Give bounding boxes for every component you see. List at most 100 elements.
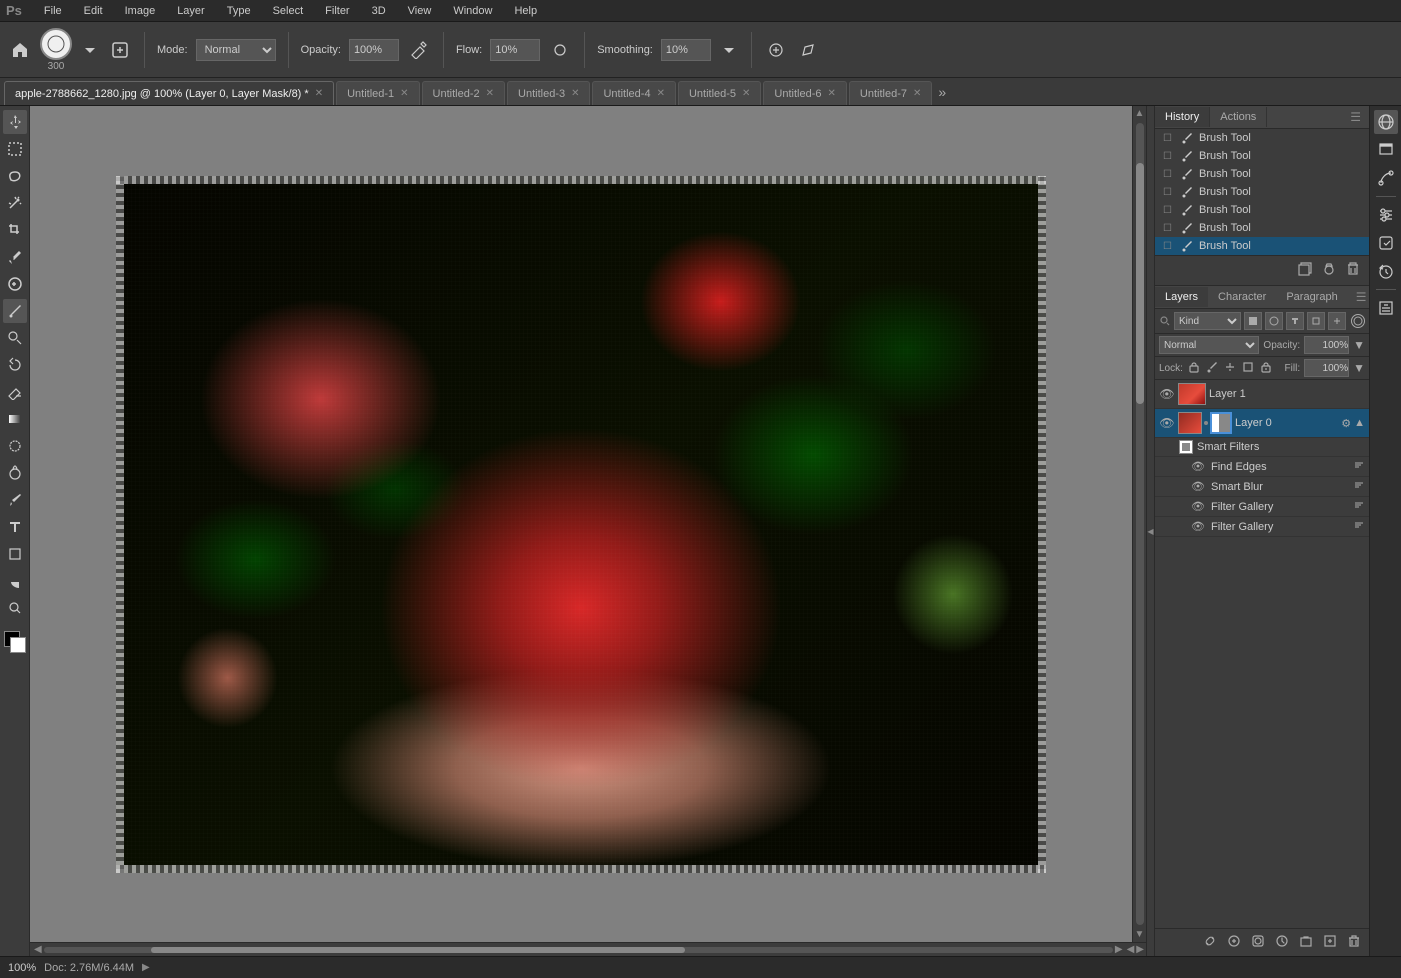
tool-clone[interactable] <box>3 326 27 350</box>
filter-smart-button[interactable] <box>1328 312 1346 330</box>
lock-position-button[interactable] <box>1223 360 1237 377</box>
history-panel-menu[interactable]: ☰ <box>1342 106 1369 128</box>
lock-all-button[interactable] <box>1259 360 1273 377</box>
tool-hand[interactable] <box>3 569 27 593</box>
character-tab[interactable]: Character <box>1208 287 1276 307</box>
tool-gradient[interactable] <box>3 407 27 431</box>
filter-gallery-2-options[interactable] <box>1353 519 1365 534</box>
filter-shape-button[interactable] <box>1307 312 1325 330</box>
history-delete-button[interactable] <box>1343 259 1363 282</box>
tab-2-close[interactable]: ✕ <box>486 88 494 99</box>
scroll-v-thumb[interactable] <box>1136 163 1144 404</box>
filter-item-smart-blur[interactable]: 👁 Smart Blur <box>1155 477 1369 497</box>
tab-untitled-2[interactable]: Untitled-2 ✕ <box>422 81 505 105</box>
home-button[interactable] <box>8 38 32 62</box>
actions-tab[interactable]: Actions <box>1210 107 1267 127</box>
menu-help[interactable]: Help <box>510 3 541 19</box>
filter-smart-blur-options[interactable] <box>1353 479 1365 494</box>
menu-3d[interactable]: 3D <box>368 3 390 19</box>
fill-expand-button[interactable]: ▼ <box>1353 361 1365 375</box>
filter-find-edges-visibility[interactable]: 👁 <box>1191 460 1205 474</box>
scroll-right-arrow[interactable]: ▶ <box>1113 944 1125 955</box>
tool-dodge[interactable] <box>3 461 27 485</box>
properties-icon[interactable] <box>1374 296 1398 320</box>
paragraph-tab[interactable]: Paragraph <box>1276 287 1347 307</box>
right-panel-collapse[interactable]: ◀ <box>1146 106 1154 956</box>
menu-layer[interactable]: Layer <box>173 3 209 19</box>
scroll-up-arrow[interactable]: ▲ <box>1133 106 1147 121</box>
filter-item-find-edges[interactable]: 👁 Find Edges <box>1155 457 1369 477</box>
airbrush-toggle[interactable] <box>548 38 572 62</box>
tab-untitled-3[interactable]: Untitled-3 ✕ <box>507 81 590 105</box>
filter-smart-blur-visibility[interactable]: 👁 <box>1191 480 1205 494</box>
layer-filter-select[interactable]: Kind <box>1174 312 1241 330</box>
tab-4-close[interactable]: ✕ <box>657 88 665 99</box>
tool-marquee[interactable] <box>3 137 27 161</box>
vertical-scrollbar[interactable]: ▲ ▼ <box>1132 106 1146 942</box>
lock-artboard-button[interactable] <box>1241 360 1255 377</box>
canvas-viewport[interactable] <box>30 106 1132 942</box>
filter-gallery-1-visibility[interactable]: 👁 <box>1191 500 1205 514</box>
smoothing-options[interactable] <box>719 40 739 60</box>
layer-0-visibility-toggle[interactable]: 👁 <box>1159 415 1175 431</box>
horizontal-scrollbar[interactable]: ◀ ▶ ◀ ▶ <box>30 942 1146 956</box>
filter-adjustment-button[interactable] <box>1265 312 1283 330</box>
stylus-toggle[interactable] <box>796 38 820 62</box>
menu-window[interactable]: Window <box>449 3 496 19</box>
history-item[interactable]: ☐ Brush Tool <box>1155 183 1369 201</box>
menu-file[interactable]: File <box>40 3 66 19</box>
brush-preset-picker[interactable] <box>80 40 100 60</box>
layer-filter-toggle[interactable] <box>1351 314 1365 328</box>
tool-shape[interactable] <box>3 542 27 566</box>
history-item[interactable]: ☐ Brush Tool <box>1155 201 1369 219</box>
menu-select[interactable]: Select <box>269 3 308 19</box>
layer-fx-button[interactable] <box>1223 932 1245 953</box>
brush-settings-toggle[interactable] <box>108 38 132 62</box>
tool-crop[interactable] <box>3 218 27 242</box>
layer-item-1[interactable]: 👁 Layer 1 <box>1155 380 1369 409</box>
layer-group-button[interactable] <box>1295 932 1317 953</box>
adjustments-icon[interactable] <box>1374 203 1398 227</box>
tab-active[interactable]: apple-2788662_1280.jpg @ 100% (Layer 0, … <box>4 81 334 105</box>
history-snapshot-button[interactable] <box>1319 259 1339 282</box>
scroll-down-arrow[interactable]: ▼ <box>1133 927 1147 942</box>
tab-5-close[interactable]: ✕ <box>742 88 750 99</box>
filter-type-button[interactable] <box>1286 312 1304 330</box>
history-item[interactable]: ☐ Brush Tool <box>1155 147 1369 165</box>
menu-type[interactable]: Type <box>223 3 255 19</box>
layer-delete-button[interactable] <box>1343 932 1365 953</box>
filter-gallery-1-options[interactable] <box>1353 499 1365 514</box>
tool-eyedropper[interactable] <box>3 245 27 269</box>
history-item[interactable]: ☐ Brush Tool <box>1155 165 1369 183</box>
tab-active-close[interactable]: ✕ <box>315 88 323 99</box>
tab-untitled-4[interactable]: Untitled-4 ✕ <box>592 81 675 105</box>
layers-panel-menu[interactable]: ☰ <box>1348 286 1369 308</box>
layer-1-visibility-toggle[interactable]: 👁 <box>1159 386 1175 402</box>
channels-icon[interactable] <box>1374 110 1398 134</box>
tool-magic-wand[interactable] <box>3 191 27 215</box>
scroll-left-arrow[interactable]: ◀ <box>32 944 44 955</box>
tool-pen[interactable] <box>3 488 27 512</box>
scroll-h-track[interactable] <box>44 947 1113 953</box>
layers-tab[interactable]: Layers <box>1155 287 1208 307</box>
layer-0-link-icon[interactable]: ⚙ <box>1341 417 1351 430</box>
history-icon[interactable] <box>1374 259 1398 283</box>
tool-healing[interactable] <box>3 272 27 296</box>
paths-icon[interactable] <box>1374 166 1398 190</box>
tool-lasso[interactable] <box>3 164 27 188</box>
pressure-toggle[interactable] <box>764 38 788 62</box>
tab-untitled-7[interactable]: Untitled-7 ✕ <box>849 81 932 105</box>
opacity-expand-button[interactable]: ▼ <box>1353 338 1365 352</box>
tab-untitled-6[interactable]: Untitled-6 ✕ <box>763 81 846 105</box>
tool-eraser[interactable] <box>3 380 27 404</box>
tabs-overflow-button[interactable]: » <box>934 84 950 100</box>
flow-input[interactable] <box>490 39 540 61</box>
layer-fill-input[interactable] <box>1304 359 1349 377</box>
history-tab[interactable]: History <box>1155 107 1210 127</box>
tool-history-brush[interactable] <box>3 353 27 377</box>
layer-item-0[interactable]: 👁 Layer 0 ⚙ ▲ <box>1155 409 1369 438</box>
layer-blend-mode-select[interactable]: Normal <box>1159 336 1259 354</box>
layer-mask-button[interactable] <box>1247 932 1269 953</box>
tab-6-close[interactable]: ✕ <box>828 88 836 99</box>
lock-pixels-button[interactable] <box>1205 360 1219 377</box>
